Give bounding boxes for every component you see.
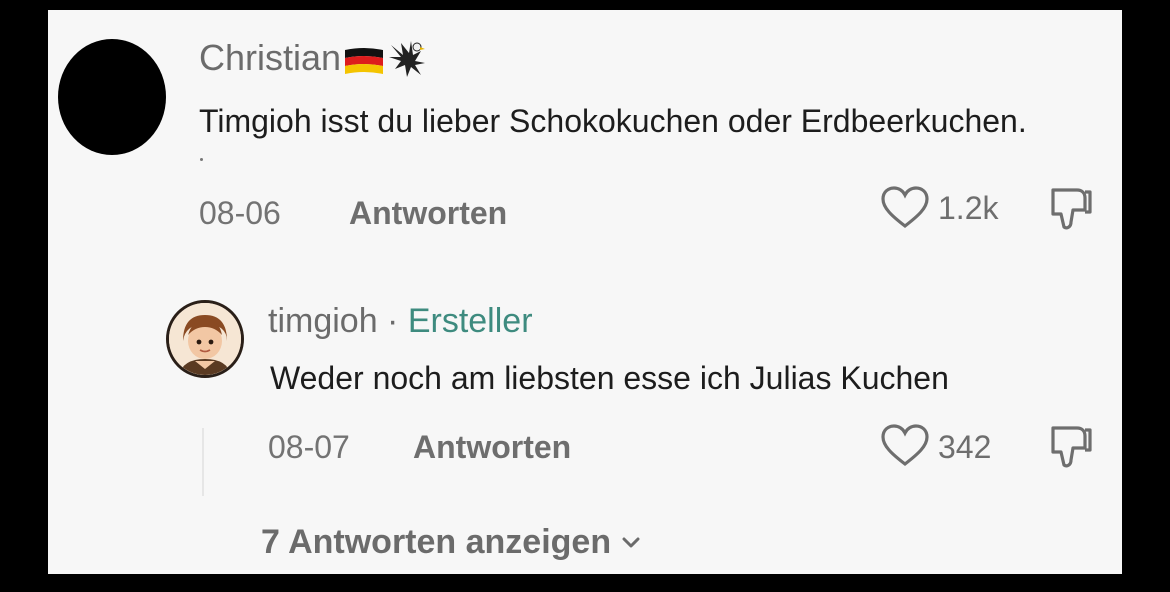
reply-date: 08-07 xyxy=(268,429,350,465)
comment-date: 08-06 xyxy=(199,195,281,231)
dislike-icon[interactable] xyxy=(1047,424,1093,470)
view-replies-button[interactable]: 7 Antworten anzeigen xyxy=(261,523,643,562)
chevron-down-icon xyxy=(622,537,640,547)
heart-icon[interactable] xyxy=(880,185,930,229)
heart-icon[interactable] xyxy=(880,423,930,467)
comment-like-count: 1.2k xyxy=(938,190,999,226)
reply-username[interactable]: timgioh xyxy=(268,302,378,340)
decorative-dot xyxy=(200,158,203,161)
reply-reply-button[interactable]: Antworten xyxy=(413,429,571,466)
commenter-username[interactable]: Christian xyxy=(199,37,341,79)
commenter-username-row[interactable]: Christian xyxy=(199,37,431,79)
reply-separator: · xyxy=(377,302,408,340)
german-flag-icon xyxy=(343,43,385,74)
view-replies-label: 7 Antworten anzeigen xyxy=(261,523,612,561)
reply-text: Weder noch am liebsten esse ich Julias K… xyxy=(270,360,949,396)
commenter-avatar[interactable] xyxy=(58,39,166,155)
eagle-icon xyxy=(387,37,431,79)
comment-reply-button[interactable]: Antworten xyxy=(349,195,507,232)
reply-like-count: 342 xyxy=(938,429,992,465)
comment-panel: Christian Timgioh isst du lieber Schokok… xyxy=(48,10,1122,574)
reply-avatar[interactable] xyxy=(166,300,244,378)
reply-username-row: timgioh · Ersteller xyxy=(268,302,533,341)
creator-badge: Ersteller xyxy=(407,302,533,340)
thread-divider xyxy=(202,428,204,496)
dislike-icon[interactable] xyxy=(1047,186,1093,232)
comment-text: Timgioh isst du lieber Schokokuchen oder… xyxy=(199,103,1027,139)
